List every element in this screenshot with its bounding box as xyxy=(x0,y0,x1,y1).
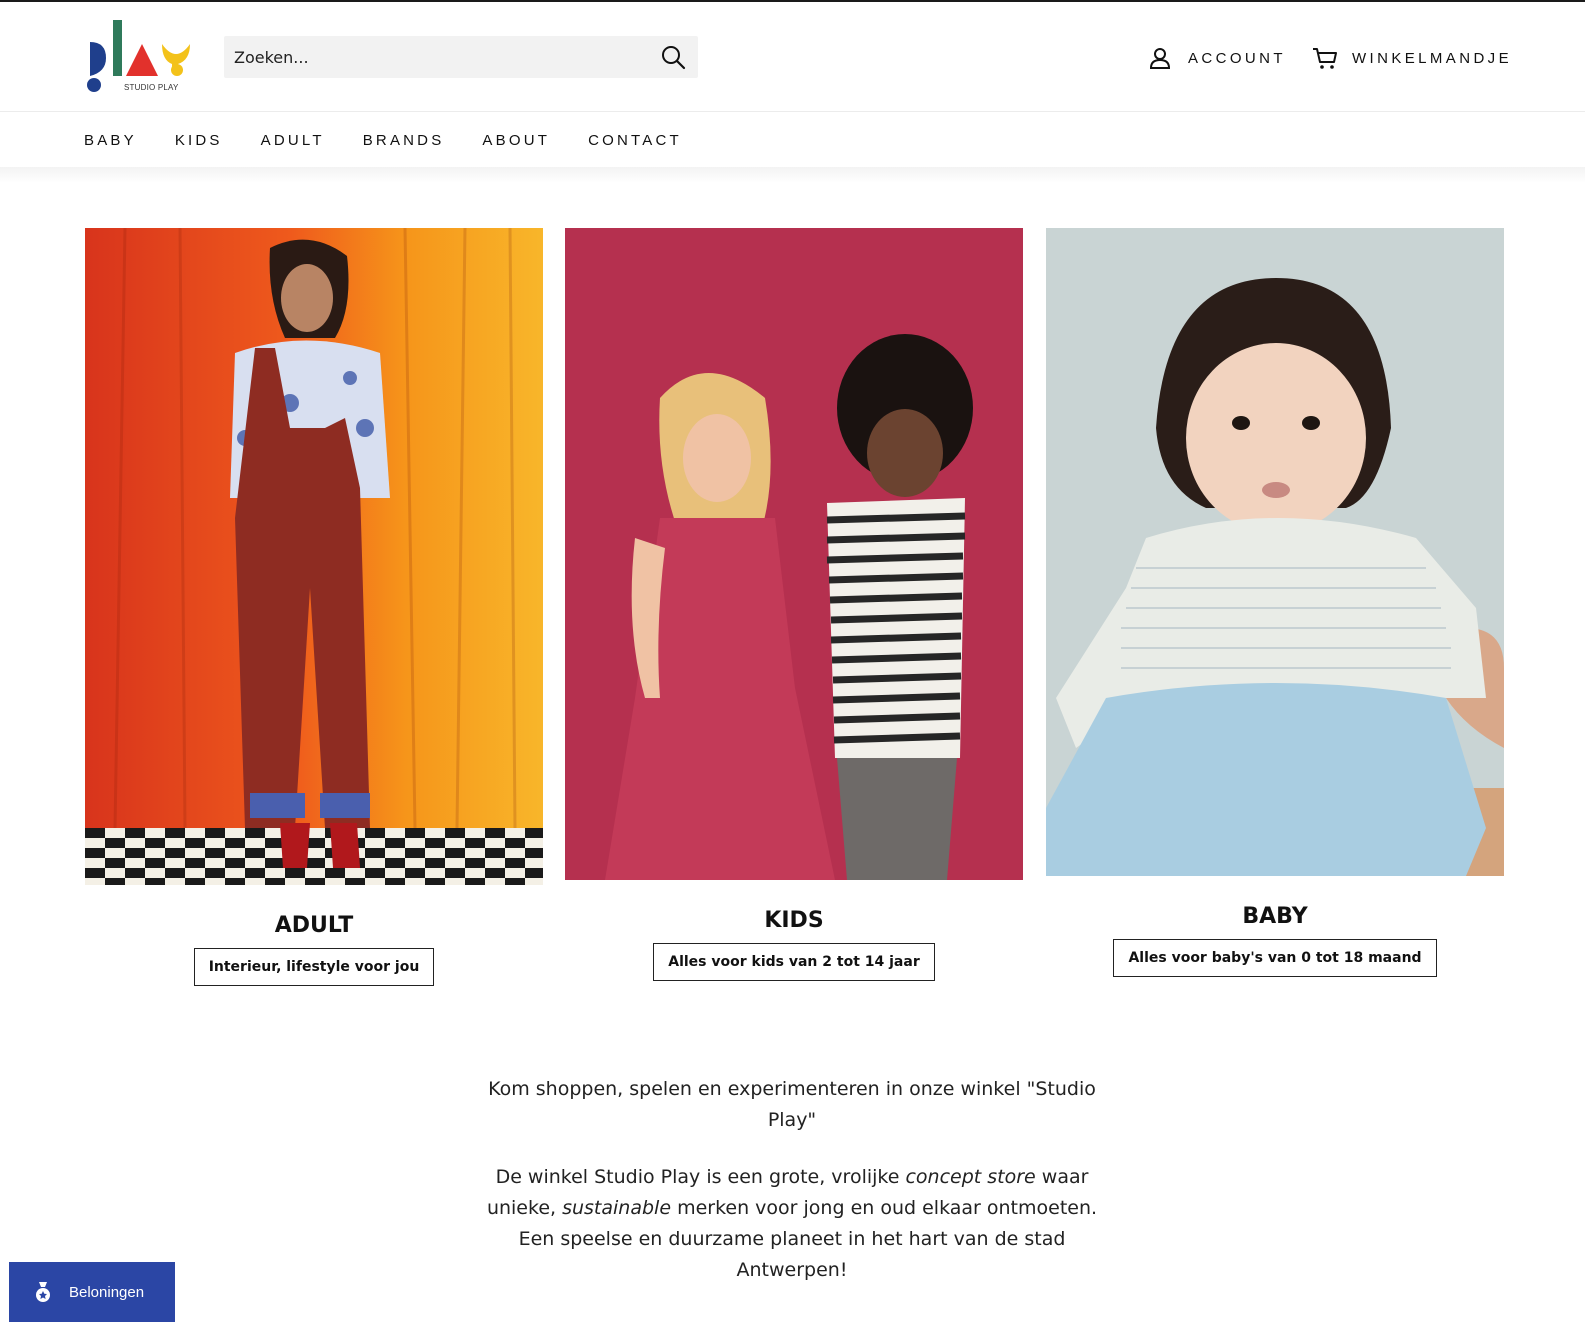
category-title-kids: KIDS xyxy=(764,908,824,933)
nav-item-baby[interactable]: BABY xyxy=(84,132,137,149)
rewards-label: Beloningen xyxy=(69,1283,145,1301)
category-card-kids: KIDS Alles voor kids van 2 tot 14 jaar xyxy=(565,228,1023,981)
kids-image xyxy=(565,228,1023,880)
category-title-baby: BABY xyxy=(1242,904,1308,929)
nav-item-brands[interactable]: BRANDS xyxy=(363,132,445,149)
search-icon xyxy=(662,46,686,70)
category-title-adult: ADULT xyxy=(274,913,354,938)
search-button[interactable] xyxy=(660,44,686,70)
adult-cta-button[interactable]: Interieur, lifestyle voor jou xyxy=(193,948,435,986)
logo-subtitle: STUDIO PLAY xyxy=(124,83,179,92)
account-link[interactable]: ACCOUNT xyxy=(1148,46,1286,70)
nav-divider xyxy=(0,167,1585,183)
nav-item-adult[interactable]: ADULT xyxy=(261,132,325,149)
adult-image xyxy=(85,228,543,885)
account-label: ACCOUNT xyxy=(1188,49,1286,67)
site-header: STUDIO PLAY ACCOUNT WINKELMANDJE xyxy=(0,2,1585,112)
nav-item-about[interactable]: ABOUT xyxy=(482,132,550,149)
nav-item-kids[interactable]: KIDS xyxy=(175,132,223,149)
baby-cta-button[interactable]: Alles voor baby's van 0 tot 18 maand xyxy=(1113,939,1437,977)
cart-label: WINKELMANDJE xyxy=(1352,49,1512,67)
kids-photo[interactable] xyxy=(565,228,1023,880)
baby-photo[interactable] xyxy=(1046,228,1504,876)
kids-cta-button[interactable]: Alles voor kids van 2 tot 14 jaar xyxy=(653,943,935,981)
intro-paragraph-1: Kom shoppen, spelen en experimenteren in… xyxy=(488,1078,1096,1131)
cart-icon xyxy=(1313,48,1337,69)
intro-paragraph-2: De winkel Studio Play is een grote, vrol… xyxy=(486,1166,1098,1281)
adult-photo[interactable] xyxy=(85,228,543,885)
user-icon xyxy=(1149,48,1171,69)
medal-icon xyxy=(36,1282,50,1302)
main-nav: BABY KIDS ADULT BRANDS ABOUT CONTACT xyxy=(0,113,1585,167)
studio-play-logo[interactable]: STUDIO PLAY xyxy=(86,20,196,96)
cart-link[interactable]: WINKELMANDJE xyxy=(1312,46,1512,70)
rewards-button[interactable]: Beloningen xyxy=(9,1262,175,1322)
baby-image xyxy=(1046,228,1504,876)
intro-text: Kom shoppen, spelen en experimenteren in… xyxy=(482,1074,1102,1312)
nav-item-contact[interactable]: CONTACT xyxy=(588,132,682,149)
category-card-baby: BABY Alles voor baby's van 0 tot 18 maan… xyxy=(1046,228,1504,977)
category-card-adult: ADULT Interieur, lifestyle voor jou xyxy=(85,228,543,986)
search-input[interactable] xyxy=(224,36,644,78)
search-bar xyxy=(224,36,698,78)
